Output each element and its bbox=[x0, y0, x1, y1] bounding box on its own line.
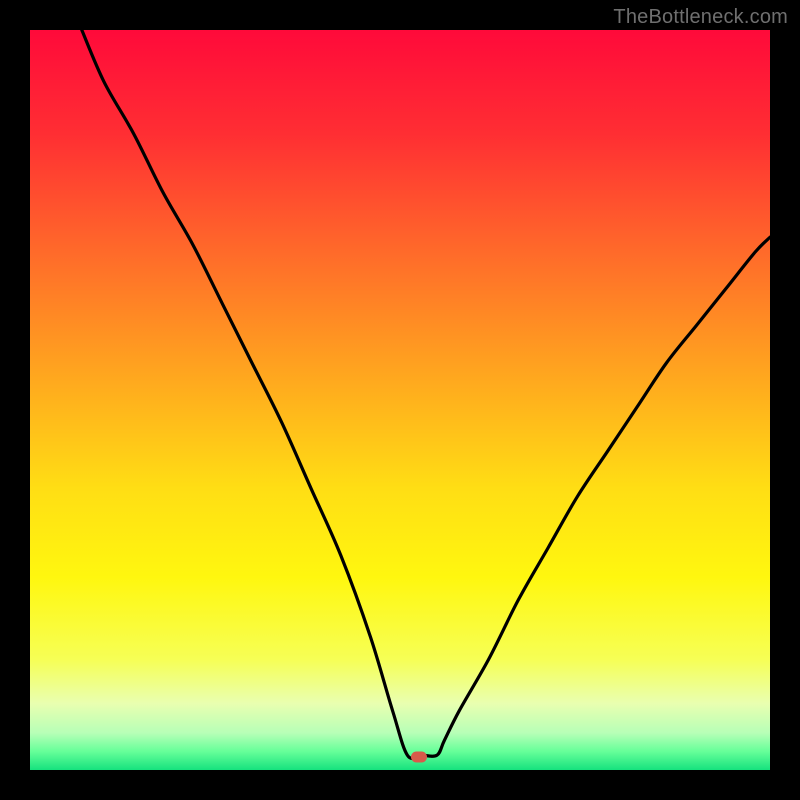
plot-area bbox=[30, 30, 770, 770]
watermark-text: TheBottleneck.com bbox=[613, 6, 788, 29]
chart-stage: TheBottleneck.com bbox=[0, 0, 800, 800]
optimal-point-marker bbox=[411, 752, 427, 763]
bottleneck-curve bbox=[30, 30, 770, 770]
